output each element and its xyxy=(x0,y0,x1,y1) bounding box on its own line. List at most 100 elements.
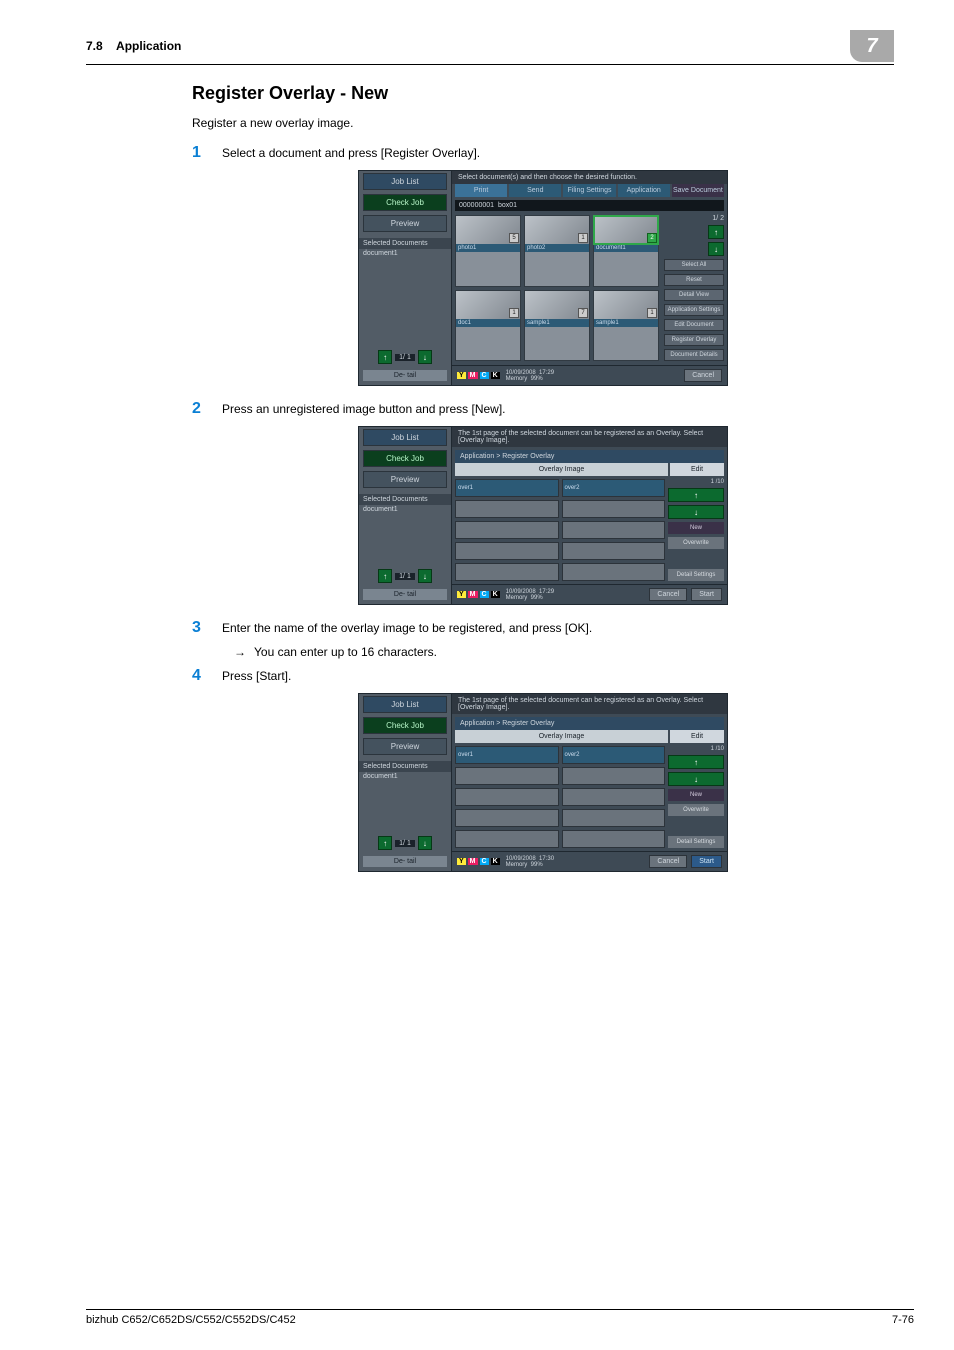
step-text-2: Press an unregistered image button and p… xyxy=(222,400,506,418)
tab-filing[interactable]: Filing Settings xyxy=(563,184,615,197)
step-text-3: Enter the name of the overlay image to b… xyxy=(222,619,592,637)
grid-down-icon[interactable]: ↓ xyxy=(708,242,724,256)
tab-application[interactable]: Application xyxy=(618,184,670,197)
breadcrumb: Application > Register Overlay xyxy=(455,450,724,463)
page-up-icon[interactable]: ↑ xyxy=(378,836,392,850)
intro-text: Register a new overlay image. xyxy=(192,116,894,130)
slot-down-icon[interactable]: ↓ xyxy=(668,772,724,786)
job-list-tab[interactable]: Job List xyxy=(363,429,447,446)
selected-doc-line: document1 xyxy=(359,249,451,258)
empty-slot[interactable] xyxy=(455,521,559,539)
empty-slot[interactable] xyxy=(562,830,666,848)
page-down-icon[interactable]: ↓ xyxy=(418,350,432,364)
breadcrumb: Application > Register Overlay xyxy=(455,717,724,730)
thumb-photo2[interactable]: 1photo2 xyxy=(524,215,590,287)
detail-settings-button[interactable]: Detail Settings xyxy=(668,569,724,581)
select-all-button[interactable]: Select All xyxy=(664,259,724,271)
slot-up-icon[interactable]: ↑ xyxy=(668,755,724,769)
screen3-message: The 1st page of the selected document ca… xyxy=(452,694,727,714)
start-button[interactable]: Start xyxy=(691,855,722,868)
empty-slot[interactable] xyxy=(562,767,666,785)
selected-doc-line: document1 xyxy=(359,505,451,514)
box-name: box01 xyxy=(498,202,517,209)
tab-print[interactable]: Print xyxy=(455,184,507,197)
page-up-icon[interactable]: ↑ xyxy=(378,569,392,583)
selected-docs-header: Selected Documents xyxy=(359,761,451,772)
overwrite-button[interactable]: Overwrite xyxy=(668,537,724,549)
register-overlay-button[interactable]: Register Overlay xyxy=(664,334,724,346)
screen1-message: Select document(s) and then choose the d… xyxy=(452,171,727,184)
cancel-button[interactable]: Cancel xyxy=(684,369,722,382)
left-page-label: 1/ 1 xyxy=(395,573,415,580)
left-detail-button[interactable]: De- tail xyxy=(363,589,447,600)
empty-slot[interactable] xyxy=(455,563,559,581)
empty-slot[interactable] xyxy=(562,521,666,539)
tab-save-doc[interactable]: Save Document xyxy=(672,184,724,197)
start-button-disabled: Start xyxy=(691,588,722,601)
edit-header: Edit xyxy=(670,463,724,476)
check-job-tab[interactable]: Check Job xyxy=(363,717,447,734)
thumb-doc1[interactable]: 1doc1 xyxy=(455,290,521,362)
app-settings-button[interactable]: Application Settings xyxy=(664,304,724,316)
slot-down-icon[interactable]: ↓ xyxy=(668,505,724,519)
empty-slot[interactable] xyxy=(455,542,559,560)
thumb-sample1b[interactable]: 1sample1 xyxy=(593,290,659,362)
thumb-sample1a[interactable]: 7sample1 xyxy=(524,290,590,362)
job-list-tab[interactable]: Job List xyxy=(363,173,447,190)
overwrite-button[interactable]: Overwrite xyxy=(668,804,724,816)
over2-slot[interactable]: over2 xyxy=(562,746,666,764)
toner-indicator: YMCK xyxy=(457,591,500,598)
thumb-document1[interactable]: 2document1 xyxy=(593,215,659,287)
footer-page: 7-76 xyxy=(892,1314,914,1326)
step-number-2: 2 xyxy=(192,400,208,418)
empty-slot[interactable] xyxy=(455,830,559,848)
check-job-tab[interactable]: Check Job xyxy=(363,194,447,211)
reset-button[interactable]: Reset xyxy=(664,274,724,286)
grid-page: 1/ 2 xyxy=(712,215,724,222)
slot-up-icon[interactable]: ↑ xyxy=(668,488,724,502)
preview-tab[interactable]: Preview xyxy=(363,738,447,755)
cancel-button[interactable]: Cancel xyxy=(649,855,687,868)
toner-indicator: YMCK xyxy=(457,858,500,865)
step-number-1: 1 xyxy=(192,144,208,162)
preview-tab[interactable]: Preview xyxy=(363,215,447,232)
empty-slot[interactable] xyxy=(562,542,666,560)
preview-tab[interactable]: Preview xyxy=(363,471,447,488)
left-page-label: 1/ 1 xyxy=(395,840,415,847)
thumb-photo1[interactable]: 5photo1 xyxy=(455,215,521,287)
over1-slot[interactable]: over1 xyxy=(455,479,559,497)
empty-slot[interactable] xyxy=(455,767,559,785)
overlay-image-header: Overlay Image xyxy=(455,730,668,743)
cancel-button[interactable]: Cancel xyxy=(649,588,687,601)
over2-slot[interactable]: over2 xyxy=(562,479,666,497)
page-down-icon[interactable]: ↓ xyxy=(418,569,432,583)
doc-details-button[interactable]: Document Details xyxy=(664,349,724,361)
empty-slot[interactable] xyxy=(562,563,666,581)
step-text-1: Select a document and press [Register Ov… xyxy=(222,144,480,162)
detail-settings-button[interactable]: Detail Settings xyxy=(668,836,724,848)
slot-page: 1 /10 xyxy=(711,479,724,485)
empty-slot[interactable] xyxy=(562,500,666,518)
check-job-tab[interactable]: Check Job xyxy=(363,450,447,467)
header-section-number: 7.8 xyxy=(86,39,103,53)
left-detail-button[interactable]: De- tail xyxy=(363,856,447,867)
page-up-icon[interactable]: ↑ xyxy=(378,350,392,364)
over1-slot[interactable]: over1 xyxy=(455,746,559,764)
page-down-icon[interactable]: ↓ xyxy=(418,836,432,850)
empty-slot[interactable] xyxy=(455,500,559,518)
grid-up-icon[interactable]: ↑ xyxy=(708,225,724,239)
selected-docs-header: Selected Documents xyxy=(359,494,451,505)
left-detail-button[interactable]: De- tail xyxy=(363,370,447,381)
empty-slot[interactable] xyxy=(562,809,666,827)
job-list-tab[interactable]: Job List xyxy=(363,696,447,713)
box-id: 000000001 xyxy=(459,202,494,209)
empty-slot[interactable] xyxy=(455,809,559,827)
edit-doc-button[interactable]: Edit Document xyxy=(664,319,724,331)
tab-send[interactable]: Send xyxy=(509,184,561,197)
empty-slot[interactable] xyxy=(455,788,559,806)
step-text-4: Press [Start]. xyxy=(222,667,291,685)
empty-slot[interactable] xyxy=(562,788,666,806)
detail-view-button[interactable]: Detail View xyxy=(664,289,724,301)
new-button[interactable]: New xyxy=(668,522,724,534)
new-button[interactable]: New xyxy=(668,789,724,801)
